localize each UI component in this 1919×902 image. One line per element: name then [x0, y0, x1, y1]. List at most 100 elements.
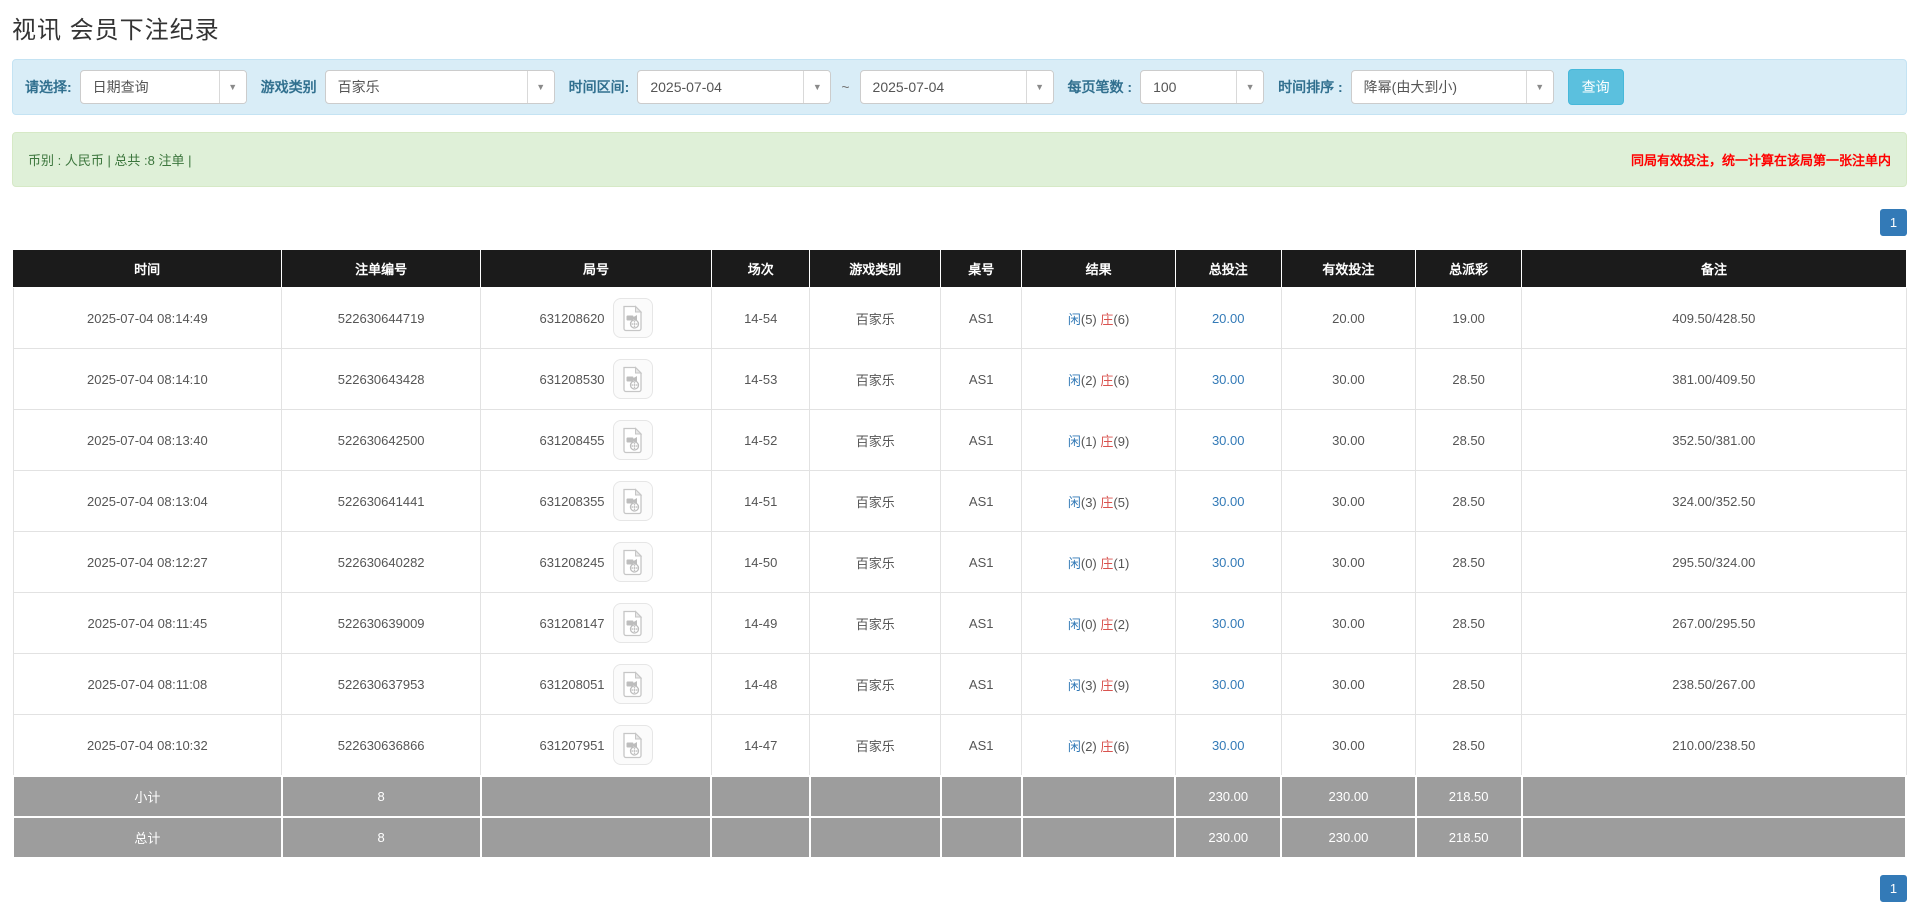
sort-order-label: 时间排序 : — [1278, 79, 1343, 95]
remark-cell: 381.00/409.50 — [1521, 348, 1907, 410]
video-replay-button[interactable] — [612, 603, 653, 643]
payout-cell: 28.50 — [1415, 470, 1523, 532]
date-to-input[interactable]: 2025-07-04 ▼ — [859, 70, 1054, 104]
total-bet-link[interactable]: 30.00 — [1212, 616, 1245, 631]
result-player: 闲 — [1067, 555, 1081, 571]
valid-bet-cell: 30.00 — [1280, 714, 1417, 777]
bet-id-cell: 522630643428 — [281, 348, 482, 410]
subtotal-label: 小计 — [12, 775, 283, 818]
round-id-cell: 631208455 — [480, 409, 712, 471]
total-valid-bet: 230.00 — [1280, 816, 1417, 859]
caret-down-icon[interactable]: ▼ — [1025, 71, 1053, 103]
total-payout: 218.50 — [1414, 816, 1523, 859]
video-replay-button[interactable] — [612, 542, 653, 582]
result-banker-points: (5) — [1113, 494, 1130, 510]
valid-bet-cell: 30.00 — [1280, 653, 1417, 715]
total-bet-link[interactable]: 30.00 — [1212, 738, 1245, 753]
result-cell: 闲(1) 庄(9) — [1021, 409, 1176, 471]
date-from-input[interactable]: 2025-07-04 ▼ — [637, 70, 832, 104]
result-cell: 闲(5) 庄(6) — [1021, 287, 1176, 349]
date-to-value: 2025-07-04 — [872, 79, 945, 95]
subtotal-total-bet: 230.00 — [1174, 775, 1283, 818]
total-bet-link[interactable]: 30.00 — [1212, 555, 1245, 570]
total-bet-link[interactable]: 20.00 — [1212, 311, 1245, 326]
round-id-cell: 631208147 — [480, 592, 712, 654]
session-cell: 14-51 — [710, 470, 811, 532]
valid-bet-cell: 30.00 — [1280, 348, 1417, 410]
bet-id-cell: 522630636866 — [281, 714, 482, 777]
per-page-select[interactable]: 100 ▼ — [1140, 70, 1265, 104]
video-replay-button[interactable] — [612, 481, 653, 521]
time-range-label: 时间区间: — [568, 79, 630, 95]
result-banker: 庄 — [1100, 677, 1114, 693]
video-replay-button[interactable] — [612, 298, 653, 338]
table-no-cell: AS1 — [940, 653, 1023, 715]
round-id-cell: 631208530 — [480, 348, 712, 410]
round-id-value: 631208530 — [539, 371, 605, 387]
table-row: 2025-07-04 08:14:49 522630644719 6312086… — [12, 287, 1907, 349]
subtotal-payout: 218.50 — [1414, 775, 1523, 818]
time-cell: 2025-07-04 08:10:32 — [12, 714, 283, 777]
total-label: 总计 — [12, 816, 283, 859]
game-type-cell: 百家乐 — [809, 470, 942, 532]
round-id-value: 631208455 — [539, 432, 605, 448]
total-bet-cell: 30.00 — [1174, 348, 1282, 410]
result-banker-points: (2) — [1113, 616, 1130, 632]
time-cell: 2025-07-04 08:11:45 — [12, 592, 283, 654]
col-round-id: 局号 — [480, 250, 712, 288]
caret-down-icon[interactable]: ▼ — [1236, 71, 1264, 103]
result-player: 闲 — [1067, 738, 1081, 754]
caret-down-icon[interactable]: ▼ — [526, 71, 554, 103]
video-replay-button[interactable] — [612, 725, 653, 765]
result-banker-points: (9) — [1113, 677, 1130, 693]
video-replay-button[interactable] — [612, 359, 653, 399]
total-bet-link[interactable]: 30.00 — [1212, 433, 1245, 448]
game-type-cell: 百家乐 — [809, 348, 942, 410]
caret-down-icon[interactable]: ▼ — [218, 71, 246, 103]
table-row: 2025-07-04 08:13:40 522630642500 6312084… — [12, 409, 1907, 471]
caret-down-icon[interactable]: ▼ — [1525, 71, 1553, 103]
session-cell: 14-50 — [710, 531, 811, 593]
page-1-button[interactable]: 1 — [1880, 209, 1907, 236]
bet-id-cell: 522630640282 — [281, 531, 482, 593]
caret-down-icon[interactable]: ▼ — [803, 71, 831, 103]
video-replay-button[interactable] — [612, 664, 653, 704]
video-file-icon — [623, 426, 643, 453]
game-type-cell: 百家乐 — [809, 592, 942, 654]
time-cell: 2025-07-04 08:11:08 — [12, 653, 283, 715]
result-player: 闲 — [1067, 677, 1081, 693]
total-bet-link[interactable]: 30.00 — [1212, 677, 1245, 692]
result-player-points: (0) — [1080, 616, 1097, 632]
video-file-icon — [623, 609, 643, 636]
page-1-button[interactable]: 1 — [1880, 875, 1907, 902]
game-type-select[interactable]: 百家乐 ▼ — [324, 70, 555, 104]
video-file-icon — [623, 731, 643, 758]
sort-order-select[interactable]: 降幂(由大到小) ▼ — [1350, 70, 1554, 104]
valid-bet-cell: 30.00 — [1280, 470, 1417, 532]
payout-cell: 28.50 — [1415, 714, 1523, 777]
total-bet-cell: 30.00 — [1174, 592, 1282, 654]
video-replay-button[interactable] — [612, 420, 653, 460]
time-cell: 2025-07-04 08:12:27 — [12, 531, 283, 593]
col-time: 时间 — [13, 250, 283, 288]
pagination-top: 1 — [12, 209, 1907, 236]
result-banker-points: (9) — [1113, 433, 1130, 449]
query-type-select[interactable]: 日期查询 ▼ — [79, 70, 247, 104]
table-header: 时间 注单编号 局号 场次 游戏类别 桌号 结果 总投注 有效投注 总派彩 备注 — [13, 250, 1906, 288]
video-file-icon — [623, 487, 643, 514]
table-row: 2025-07-04 08:13:04 522630641441 6312083… — [12, 470, 1907, 532]
range-separator: ~ — [841, 79, 850, 95]
result-player-points: (3) — [1080, 677, 1097, 693]
result-cell: 闲(3) 庄(9) — [1021, 653, 1176, 715]
game-type-cell: 百家乐 — [809, 653, 942, 715]
total-bet-link[interactable]: 30.00 — [1212, 494, 1245, 509]
query-button[interactable]: 查询 — [1567, 69, 1624, 105]
total-bet-link[interactable]: 30.00 — [1212, 372, 1245, 387]
round-id-value: 631208051 — [539, 676, 605, 692]
table-footer: 小计 8 230.00 230.00 218.50 总计 8 230.00 23… — [12, 775, 1908, 859]
bet-records-table: 时间 注单编号 局号 场次 游戏类别 桌号 结果 总投注 有效投注 总派彩 备注… — [12, 250, 1908, 859]
round-id-cell: 631208355 — [480, 470, 712, 532]
table-row: 2025-07-04 08:12:27 522630640282 6312082… — [12, 531, 1907, 593]
result-player: 闲 — [1067, 616, 1081, 632]
result-banker: 庄 — [1100, 494, 1114, 510]
